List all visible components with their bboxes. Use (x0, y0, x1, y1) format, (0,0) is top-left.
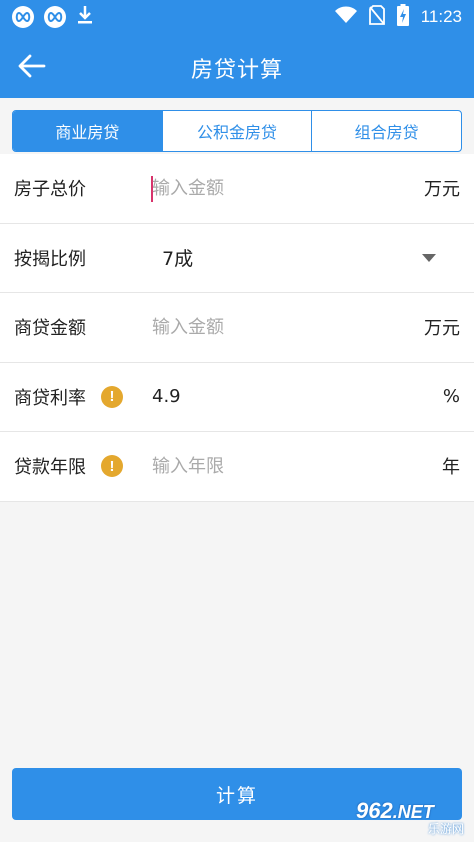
status-bar: 11:23 (0, 0, 474, 34)
loan-term-label: 贷款年限 (14, 457, 86, 479)
house-price-input[interactable] (152, 177, 392, 199)
down-payment-label: 按揭比例 (14, 248, 86, 270)
loan-form: 房子总价 万元 按揭比例 7成 商贷金额 万元 商贷利率 ! % 贷款年限 ! … (0, 154, 474, 502)
house-price-row: 房子总价 万元 (0, 154, 474, 224)
loan-rate-row: 商贷利率 ! % (0, 363, 474, 432)
loan-amount-row: 商贷金额 万元 (0, 293, 474, 363)
house-price-label: 房子总价 (14, 179, 86, 201)
info-warning-icon[interactable]: ! (101, 455, 123, 478)
tab-provident-fund-loan[interactable]: 公积金房贷 (163, 111, 313, 151)
loan-amount-unit: 万元 (424, 318, 460, 340)
watermark-brand: 962.NET (356, 798, 434, 823)
loan-term-row: 贷款年限 ! 年 (0, 432, 474, 502)
watermark-subtitle: 乐游网 (427, 822, 464, 836)
loan-amount-label: 商贷金额 (14, 318, 86, 340)
site-watermark: 962.NET 乐游网 (350, 798, 468, 838)
down-payment-row[interactable]: 按揭比例 7成 (0, 224, 474, 293)
down-payment-select[interactable]: 7成 (162, 244, 193, 271)
info-warning-icon[interactable]: ! (101, 385, 123, 408)
battery-charging-icon (396, 4, 409, 30)
loan-rate-input[interactable] (152, 386, 392, 408)
wifi-icon (334, 6, 357, 28)
house-price-unit: 万元 (424, 179, 460, 201)
infinity-app-icon (12, 6, 34, 28)
download-icon (76, 5, 94, 29)
loan-rate-label: 商贷利率 (14, 387, 86, 409)
loan-amount-input[interactable] (152, 316, 392, 338)
status-time: 11:23 (420, 7, 462, 26)
no-sim-icon (368, 5, 385, 29)
loan-term-input[interactable] (152, 455, 392, 477)
app-bar: 房贷计算 (0, 34, 474, 98)
loan-term-unit: 年 (442, 457, 460, 479)
tab-combined-loan[interactable]: 组合房贷 (312, 111, 461, 151)
tab-commercial-loan[interactable]: 商业房贷 (13, 111, 163, 151)
page-title: 房贷计算 (190, 58, 283, 83)
loan-rate-unit: % (442, 386, 460, 408)
dropdown-arrow-icon[interactable] (422, 253, 436, 262)
loan-type-tabs: 商业房贷 公积金房贷 组合房贷 (12, 110, 462, 152)
infinity-app-icon (44, 6, 66, 28)
